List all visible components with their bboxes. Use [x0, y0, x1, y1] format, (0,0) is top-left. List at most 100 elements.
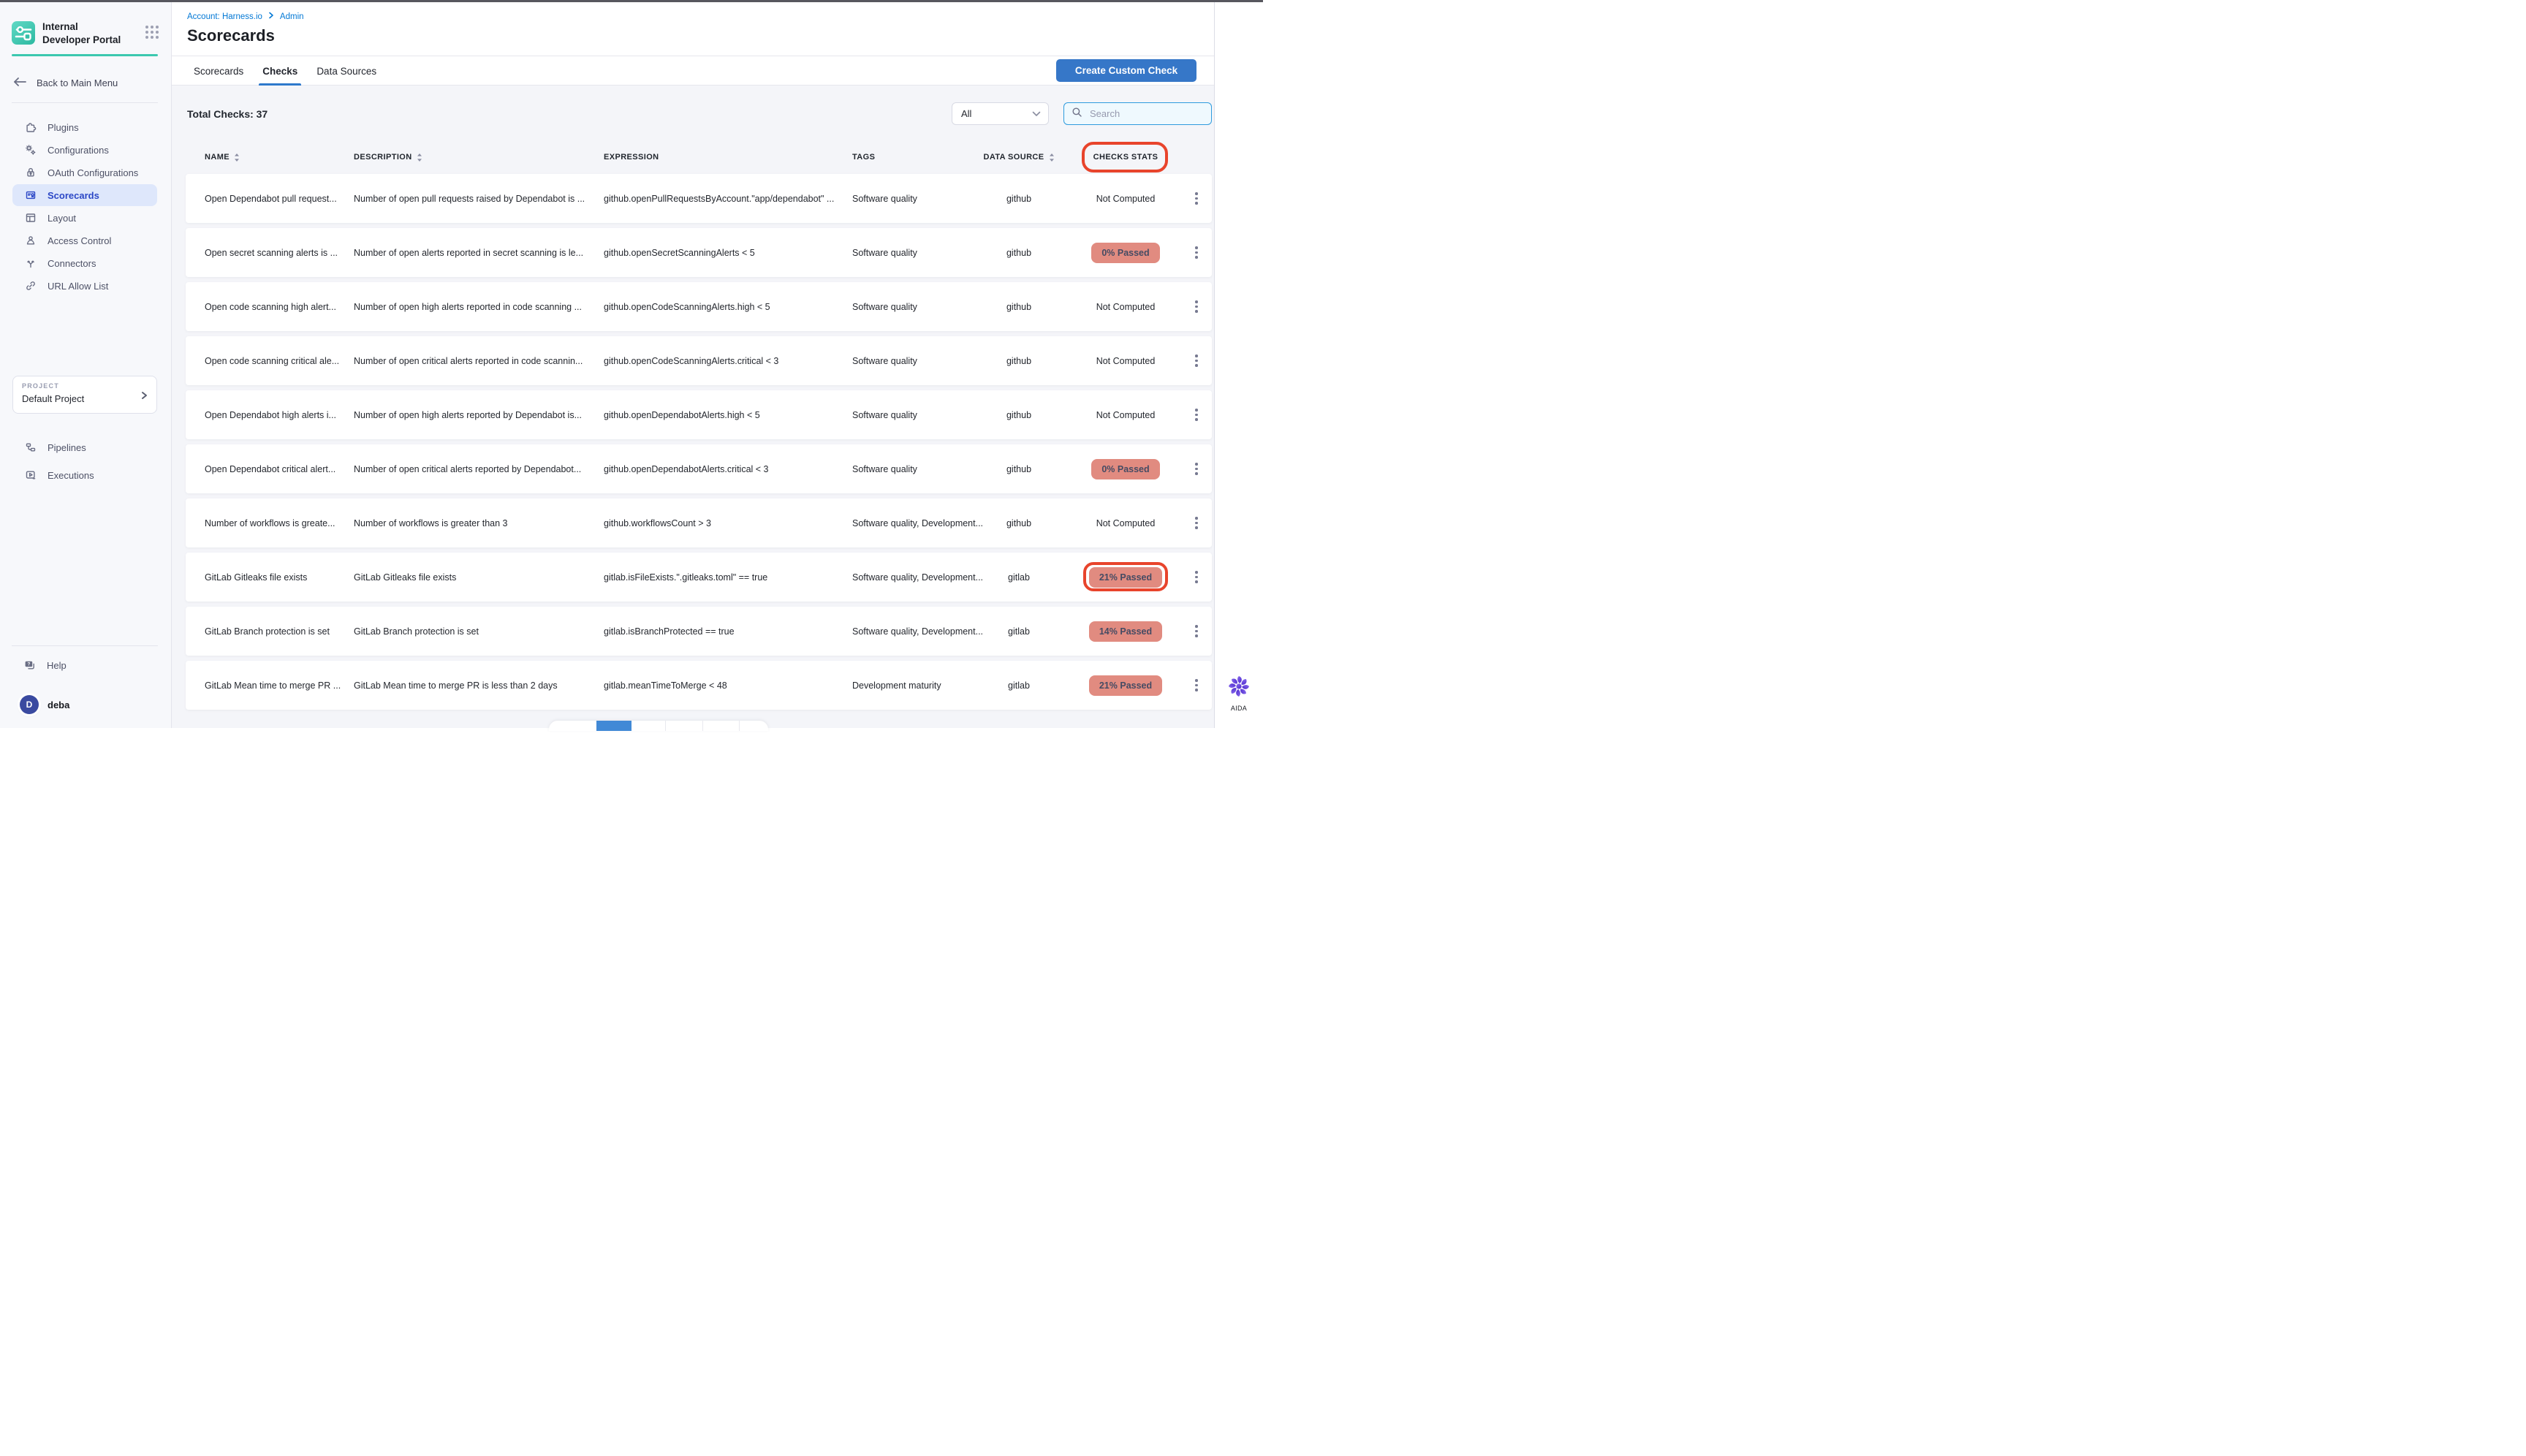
check-stat: 0% Passed: [1060, 228, 1191, 277]
check-description: Number of open high alerts reported by D…: [354, 390, 596, 439]
table-row[interactable]: GitLab Mean time to merge PR ... GitLab …: [186, 661, 1212, 710]
column-header-name[interactable]: NAME: [205, 142, 240, 172]
total-checks-label: Total Checks: 37: [187, 108, 268, 120]
check-stat: 21% Passed: [1060, 661, 1191, 710]
table-row[interactable]: Number of workflows is greate... Number …: [186, 498, 1212, 547]
sidebar-item-url-allow-list[interactable]: URL Allow List: [0, 275, 172, 297]
table-row[interactable]: Open Dependabot critical alert... Number…: [186, 444, 1212, 493]
row-menu-button[interactable]: [1186, 282, 1207, 331]
help-chat-icon: ?: [23, 659, 36, 671]
tab-data-sources[interactable]: Data Sources: [316, 56, 376, 86]
check-description: Number of open critical alerts reported …: [354, 444, 596, 493]
tab-checks[interactable]: Checks: [262, 56, 297, 86]
sidebar-divider: [12, 645, 158, 646]
sidebar-item-label: Plugins: [48, 122, 79, 133]
pagination-active-page[interactable]: [596, 721, 632, 731]
row-menu-button[interactable]: [1186, 228, 1207, 277]
aida-flower-icon: [1226, 673, 1252, 699]
column-header-tags: TAGS: [852, 142, 875, 172]
chevron-right-icon: [139, 390, 149, 405]
sidebar-item-scorecards[interactable]: Scorecards: [12, 184, 157, 206]
row-menu-button[interactable]: [1186, 336, 1207, 385]
table-row[interactable]: Open Dependabot pull request... Number o…: [186, 174, 1212, 223]
check-expression: gitlab.isFileExists.".gitleaks.toml" == …: [604, 553, 846, 602]
sidebar-item-connectors[interactable]: Connectors: [0, 252, 172, 274]
sidebar-item-label: Configurations: [48, 145, 109, 156]
table-row[interactable]: Open secret scanning alerts is ... Numbe…: [186, 228, 1212, 277]
check-expression: github.openSecretScanningAlerts < 5: [604, 228, 846, 277]
create-custom-check-button[interactable]: Create Custom Check: [1056, 59, 1196, 82]
sidebar-item-label: URL Allow List: [48, 281, 108, 292]
row-menu-button[interactable]: [1186, 661, 1207, 710]
table-row[interactable]: Open Dependabot high alerts i... Number …: [186, 390, 1212, 439]
check-stat: 0% Passed: [1060, 444, 1191, 493]
column-header-description[interactable]: DESCRIPTION: [354, 142, 422, 172]
page-header: Account: Harness.io Admin Scorecards: [172, 2, 1214, 56]
row-menu-button[interactable]: [1186, 444, 1207, 493]
check-stat: Not Computed: [1060, 174, 1191, 223]
scorecard-icon: [25, 189, 37, 201]
puzzle-icon: [25, 121, 37, 133]
sort-icon[interactable]: [1049, 153, 1055, 162]
check-expression: github.openPullRequestsByAccount."app/de…: [604, 174, 846, 223]
page-title: Scorecards: [187, 26, 275, 45]
check-description: Number of open critical alerts reported …: [354, 336, 596, 385]
sidebar-item-layout[interactable]: Layout: [0, 207, 172, 229]
sort-icon[interactable]: [417, 153, 422, 162]
breadcrumb-account-link[interactable]: Account: Harness.io: [187, 12, 262, 21]
stat-badge: 14% Passed: [1089, 621, 1162, 642]
table-row-gitlab-gitleaks[interactable]: GitLab Gitleaks file exists GitLab Gitle…: [186, 553, 1212, 602]
user-name: deba: [48, 699, 69, 710]
check-description: GitLab Branch protection is set: [354, 607, 596, 656]
search-input[interactable]: [1088, 107, 1204, 120]
check-name: Open Dependabot pull request...: [205, 174, 348, 223]
tab-scorecards[interactable]: Scorecards: [194, 56, 243, 86]
column-header-expression: EXPRESSION: [604, 142, 659, 172]
table-row[interactable]: GitLab Branch protection is set GitLab B…: [186, 607, 1212, 656]
row-menu-button[interactable]: [1186, 498, 1207, 547]
sidebar-item-label: Connectors: [48, 258, 96, 269]
sidebar-item-label: Scorecards: [48, 190, 99, 201]
search-box: [1063, 102, 1212, 125]
sort-icon[interactable]: [234, 153, 240, 162]
aida-assistant-button[interactable]: AIDA: [1215, 673, 1263, 712]
chevron-right-icon: [268, 12, 274, 21]
filter-dropdown[interactable]: All: [952, 102, 1049, 125]
help-button[interactable]: ? Help: [0, 654, 172, 676]
row-menu-button[interactable]: [1186, 607, 1207, 656]
tab-bar: Scorecards Checks Data Sources Create Cu…: [172, 56, 1214, 86]
check-expression: github.openCodeScanningAlerts.high < 5: [604, 282, 846, 331]
check-expression: github.workflowsCount > 3: [604, 498, 846, 547]
breadcrumb-admin-link[interactable]: Admin: [280, 12, 304, 21]
table-row[interactable]: Open code scanning high alert... Number …: [186, 282, 1212, 331]
table-row[interactable]: Open code scanning critical ale... Numbe…: [186, 336, 1212, 385]
connectors-icon: [25, 257, 37, 269]
sidebar-item-access-control[interactable]: Access Control: [0, 230, 172, 251]
check-description: Number of workflows is greater than 3: [354, 498, 596, 547]
main-area: Account: Harness.io Admin Scorecards Sco…: [172, 2, 1214, 728]
apps-grid-icon[interactable]: [145, 26, 159, 39]
play-icon: [25, 469, 37, 481]
check-stat: 14% Passed: [1060, 607, 1191, 656]
user-menu[interactable]: D deba: [0, 691, 172, 718]
project-selector[interactable]: PROJECT Default Project: [12, 376, 157, 414]
back-to-main-menu[interactable]: Back to Main Menu: [12, 72, 159, 94]
sidebar-item-label: OAuth Configurations: [48, 167, 138, 178]
sidebar-item-configurations[interactable]: Configurations: [0, 139, 172, 161]
row-menu-button[interactable]: [1186, 553, 1207, 602]
row-menu-button[interactable]: [1186, 174, 1207, 223]
pagination-bar[interactable]: [549, 721, 768, 731]
filter-value: All: [961, 108, 971, 119]
sidebar-item-label: Layout: [48, 213, 76, 224]
person-icon: [25, 235, 37, 246]
sidebar-item-oauth-configurations[interactable]: OAuth Configurations: [0, 162, 172, 183]
sidebar-item-plugins[interactable]: Plugins: [0, 116, 172, 138]
sidebar-item-pipelines[interactable]: Pipelines: [0, 436, 172, 458]
search-icon: [1072, 107, 1082, 121]
sidebar-item-label: Access Control: [48, 235, 111, 246]
lock-icon: [25, 167, 37, 178]
row-menu-button[interactable]: [1186, 390, 1207, 439]
layout-icon: [25, 212, 37, 224]
sidebar-item-executions[interactable]: Executions: [0, 464, 172, 486]
check-stat: Not Computed: [1060, 336, 1191, 385]
